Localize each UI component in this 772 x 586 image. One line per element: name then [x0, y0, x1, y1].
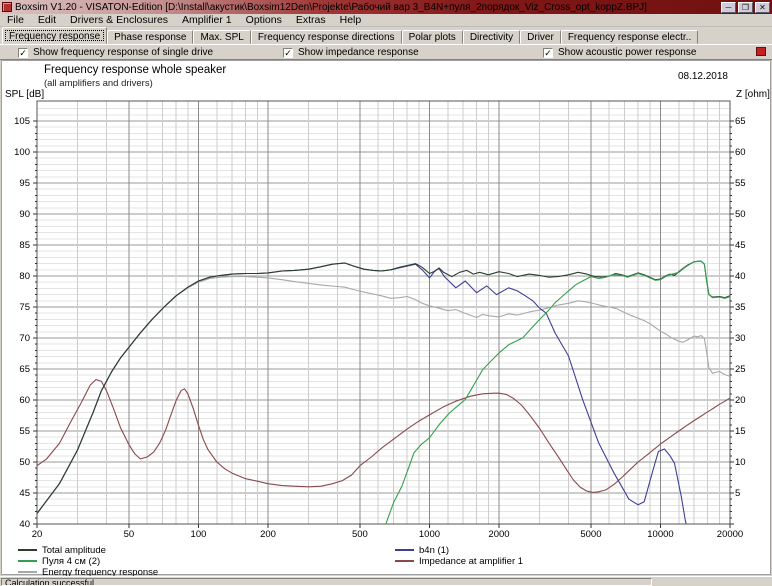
y-left-tick-label: 60 [19, 395, 30, 406]
legend-label: Total amplitude [42, 545, 106, 556]
y-left-tick-label: 75 [19, 302, 30, 313]
status-message: Calculation successful [1, 578, 652, 586]
tab-frequency-response-directions[interactable]: Frequency response directions [251, 30, 402, 44]
legend-label: b4n (1) [419, 545, 449, 556]
y-left-tick-label: 45 [19, 488, 30, 499]
x-tick-label: 100 [191, 529, 207, 540]
window-controls: ─❐✕ [721, 2, 770, 13]
y-right-tick-label: 15 [735, 426, 746, 437]
tab-driver[interactable]: Driver [520, 30, 561, 44]
y-left-tick-label: 90 [19, 209, 30, 220]
menu-edit[interactable]: Edit [31, 14, 63, 26]
minimize-button[interactable]: ─ [721, 2, 736, 13]
checkbox-show-acoustic-power-response[interactable]: ✓ Show acoustic power response [543, 47, 696, 58]
x-tick-label: 50 [124, 529, 135, 540]
y-left-tick-label: 70 [19, 333, 30, 344]
tab-polar-plots[interactable]: Polar plots [402, 30, 463, 44]
y-right-tick-label: 30 [735, 333, 746, 344]
y-right-tick-label: 10 [735, 457, 746, 468]
y-right-tick-label: 40 [735, 271, 746, 282]
y-right-tick-label: 35 [735, 302, 746, 313]
y-right-tick-label: 50 [735, 209, 746, 220]
legend-swatch [395, 549, 414, 551]
menu-drivers-enclosures[interactable]: Drivers & Enclosures [63, 14, 175, 26]
chart-subtitle: (all amplifiers and drivers) [44, 78, 153, 89]
y-left-tick-label: 55 [19, 426, 30, 437]
legend-item-total-amplitude: Total amplitude [18, 545, 106, 555]
menubar: FileEditDrivers & EnclosuresAmplifier 1O… [0, 14, 772, 27]
checkbox-show-frequency-response-of-single-drive[interactable]: ✓ Show frequency response of single drive [18, 47, 213, 58]
chart-date: 08.12.2018 [678, 71, 728, 82]
legend-swatch [18, 560, 37, 562]
y-right-tick-label: 20 [735, 395, 746, 406]
curve-impedance-at-amplifier-1 [37, 380, 730, 493]
app-icon[interactable] [2, 2, 12, 12]
checkbox-box[interactable]: ✓ [283, 48, 293, 58]
checkbox-label: Show impedance response [298, 47, 419, 58]
y-left-tick-label: 80 [19, 271, 30, 282]
legend-swatch [395, 560, 414, 562]
y-left-tick-label: 40 [19, 519, 30, 530]
chart-gridlines [37, 101, 730, 524]
tab-phase-response[interactable]: Phase response [107, 30, 193, 44]
legend-item-impedance-at-amplifier-1: Impedance at amplifier 1 [395, 556, 523, 566]
x-tick-label: 500 [352, 529, 368, 540]
y-left-tick-label: 85 [19, 240, 30, 251]
menu-amplifier-1[interactable]: Amplifier 1 [175, 14, 239, 26]
x-tick-label: 20 [32, 529, 43, 540]
legend-swatch [18, 571, 37, 573]
checkbox-box[interactable]: ✓ [543, 48, 553, 58]
y-left-tick-label: 65 [19, 364, 30, 375]
curve-energy-frequency-response [37, 277, 730, 514]
frequency-response-chart: 40 45 50 55 60 65 70 75 80 85 90 95 100 105 5 10 15 20 25 3… [2, 61, 772, 575]
y-left-tick-label: 105 [14, 116, 30, 127]
chart-panel: 40 45 50 55 60 65 70 75 80 85 90 95 100 105 5 10 15 20 25 3… [1, 60, 771, 575]
x-tick-label: 200 [260, 529, 276, 540]
menu-help[interactable]: Help [333, 14, 369, 26]
window-title: Boxsim V1.20 - VISATON-Edition [D:\Insta… [15, 2, 647, 13]
chart-title: Frequency response whole speaker [44, 64, 226, 76]
y-left-tick-label: 100 [14, 147, 30, 158]
legend-label: Impedance at amplifier 1 [419, 556, 523, 567]
y-right-tick-label: 60 [735, 147, 746, 158]
y-right-tick-label: 45 [735, 240, 746, 251]
legend-item-пуля-4-см-2: Пуля 4 см (2) [18, 556, 100, 566]
menu-extras[interactable]: Extras [289, 14, 333, 26]
x-tick-label: 5000 [580, 529, 601, 540]
tab-frequency-response[interactable]: Frequency response [2, 27, 107, 44]
tab-frequency-response-electr[interactable]: Frequency response electr.. [561, 30, 698, 44]
close-button[interactable]: ✕ [755, 2, 770, 13]
titlebar[interactable]: Boxsim V1.20 - VISATON-Edition [D:\Insta… [0, 0, 772, 14]
checkbox-box[interactable]: ✓ [18, 48, 28, 58]
panel-red-marker [756, 47, 766, 56]
y-right-tick-label: 65 [735, 116, 746, 127]
chart-axis-labels: 40 45 50 55 60 65 70 75 80 85 90 95 100 105 5 10 15 20 25 3… [14, 116, 745, 540]
x-tick-label: 2000 [488, 529, 509, 540]
y-right-tick-label: 55 [735, 178, 746, 189]
y-left-tick-label: 95 [19, 178, 30, 189]
y-right-tick-label: 25 [735, 364, 746, 375]
tabbar: Frequency responsePhase responseMax. SPL… [0, 27, 772, 44]
x-tick-label: 1000 [419, 529, 440, 540]
options-panel: ✓ Show frequency response of single drive… [0, 44, 772, 60]
legend-item-b4n-1: b4n (1) [395, 545, 449, 555]
checkbox-show-impedance-response[interactable]: ✓ Show impedance response [283, 47, 419, 58]
statusbar: Calculation successful [0, 576, 772, 586]
maximize-button[interactable]: ❐ [738, 2, 753, 13]
checkbox-label: Show acoustic power response [558, 47, 696, 58]
x-tick-label: 10000 [647, 529, 673, 540]
legend-swatch [18, 549, 37, 551]
menu-options[interactable]: Options [239, 14, 289, 26]
tab-directivity[interactable]: Directivity [463, 30, 520, 44]
tab-max-spl[interactable]: Max. SPL [193, 30, 250, 44]
y-right-tick-label: 5 [735, 488, 740, 499]
y-right-axis-caption: Z [ohm] [736, 89, 770, 100]
menu-file[interactable]: File [0, 14, 31, 26]
y-left-axis-caption: SPL [dB] [5, 89, 44, 100]
x-tick-label: 20000 [717, 529, 743, 540]
checkbox-label: Show frequency response of single drive [33, 47, 213, 58]
legend-label: Пуля 4 см (2) [42, 556, 100, 567]
y-left-tick-label: 50 [19, 457, 30, 468]
